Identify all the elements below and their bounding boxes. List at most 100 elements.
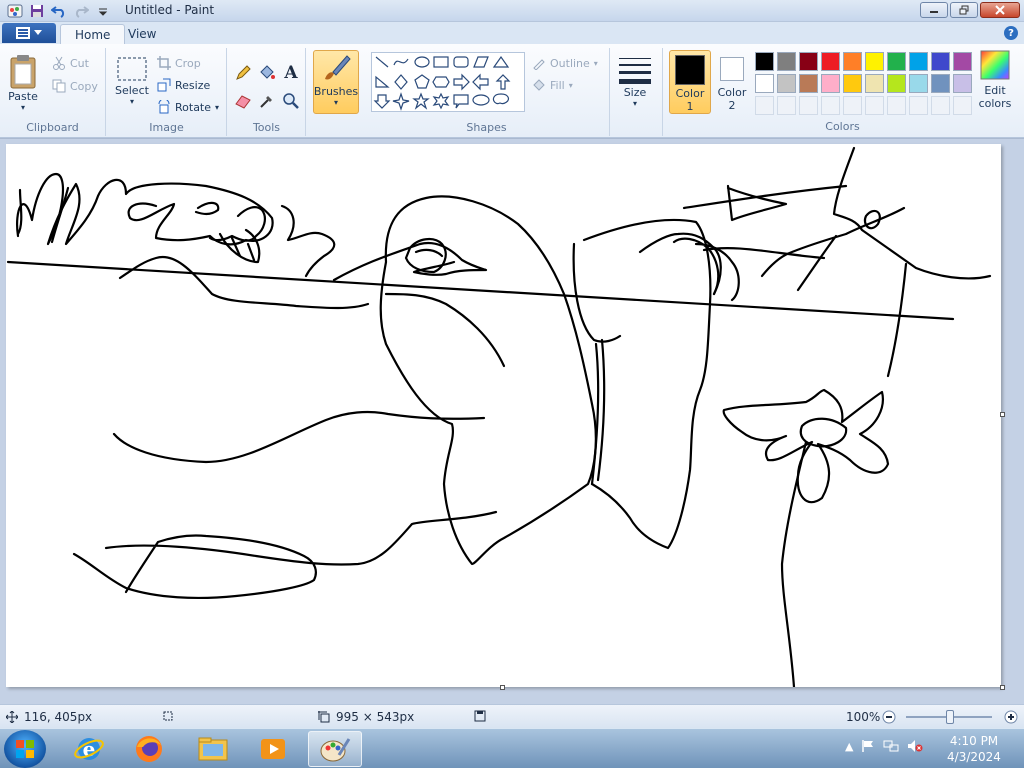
palette-swatch-empty[interactable] — [755, 96, 774, 115]
text-tool-icon[interactable]: A — [280, 62, 302, 84]
palette-swatch-empty[interactable] — [843, 96, 862, 115]
eraser-icon[interactable] — [232, 90, 254, 112]
size-button[interactable]: Size ▾ — [618, 54, 652, 108]
palette-swatch[interactable] — [953, 52, 972, 71]
color2-number: 2 — [728, 99, 736, 112]
crop-label: Crop — [175, 56, 201, 70]
crop-button[interactable]: Crop — [157, 56, 201, 70]
stroke-center-inner — [384, 292, 506, 368]
action-center-flag-icon[interactable] — [861, 739, 875, 753]
pencil-icon[interactable] — [232, 62, 254, 84]
show-hidden-icons[interactable]: ▲ — [845, 740, 853, 753]
palette-swatch[interactable] — [821, 52, 840, 71]
palette-swatch[interactable] — [843, 52, 862, 71]
edit-colors-button[interactable]: Edit colors — [976, 50, 1014, 110]
network-icon[interactable] — [883, 739, 899, 753]
color-picker-icon[interactable] — [256, 90, 278, 112]
stroke-creature-jaw — [218, 228, 261, 264]
color2-button[interactable]: Color 2 — [715, 50, 749, 114]
palette-swatch[interactable] — [931, 74, 950, 93]
palette-swatch[interactable] — [755, 52, 774, 71]
canvas-size: 995 × 543px — [318, 710, 414, 724]
brushes-button[interactable]: Brushes ▾ — [313, 50, 359, 114]
clipboard-group-label: Clipboard — [26, 121, 79, 134]
taskbar-explorer[interactable] — [186, 731, 240, 767]
canvas-resize-handle-bottom[interactable] — [500, 685, 505, 690]
drawing-canvas[interactable] — [6, 144, 1001, 689]
palette-swatch[interactable] — [755, 74, 774, 93]
stroke-right-branch — [832, 146, 992, 280]
palette-swatch-empty[interactable] — [821, 96, 840, 115]
zoom-out-button[interactable] — [882, 710, 896, 724]
taskbar-firefox[interactable] — [122, 731, 176, 767]
fill-label: Fill — [550, 78, 565, 92]
color1-button[interactable]: Color 1 — [669, 50, 711, 114]
palette-swatch[interactable] — [777, 52, 796, 71]
restore-button[interactable] — [950, 2, 978, 18]
palette-swatch[interactable] — [887, 74, 906, 93]
resize-button[interactable]: Resize — [157, 78, 210, 92]
palette-swatch[interactable] — [777, 74, 796, 93]
palette-swatch-empty[interactable] — [865, 96, 884, 115]
redo-icon[interactable] — [72, 2, 90, 20]
canvas-resize-handle-corner[interactable] — [1000, 685, 1005, 690]
start-button[interactable] — [4, 730, 46, 768]
brushes-label: Brushes — [313, 85, 359, 98]
palette-swatch-empty[interactable] — [953, 96, 972, 115]
palette-swatch[interactable] — [821, 74, 840, 93]
brush-icon — [325, 55, 351, 80]
color1-swatch — [675, 55, 705, 85]
palette-swatch[interactable] — [865, 74, 884, 93]
customize-qat-icon[interactable] — [94, 2, 112, 20]
volume-muted-icon[interactable] — [907, 739, 923, 753]
palette-swatch[interactable] — [865, 52, 884, 71]
tab-view[interactable]: View — [114, 24, 170, 44]
fill-bucket-icon[interactable] — [256, 62, 278, 84]
taskbar-ie[interactable]: e — [62, 731, 116, 767]
palette-swatch-empty[interactable] — [931, 96, 950, 115]
select-rectangle-icon — [117, 57, 147, 81]
paint-app-icon[interactable] — [6, 2, 24, 20]
help-icon[interactable]: ? — [1004, 26, 1018, 40]
save-icon[interactable] — [28, 2, 46, 20]
palette-swatch-empty[interactable] — [777, 96, 796, 115]
taskbar-clock[interactable]: 4:10 PM 4/3/2024 — [944, 733, 1004, 765]
zoom-in-button[interactable] — [1004, 710, 1018, 724]
copy-label: Copy — [70, 79, 98, 93]
canvas-resize-handle-right[interactable] — [1000, 412, 1005, 417]
fill-button[interactable]: Fill ▾ — [532, 78, 573, 92]
canvas-size-icon — [318, 711, 330, 723]
palette-swatch[interactable] — [799, 74, 818, 93]
image-group: Select ▾ Crop Resize Rotate ▾ Image — [107, 48, 227, 136]
palette-swatch[interactable] — [953, 74, 972, 93]
taskbar-paint[interactable] — [308, 731, 362, 767]
cut-button[interactable]: Cut — [52, 56, 89, 70]
rainbow-palette-icon — [980, 50, 1010, 80]
zoom-slider-thumb[interactable] — [946, 710, 954, 724]
palette-swatch[interactable] — [843, 74, 862, 93]
stroke-bottom-left-fish — [72, 510, 498, 599]
palette-swatch[interactable] — [931, 52, 950, 71]
close-button[interactable] — [980, 2, 1020, 18]
outline-button[interactable]: Outline ▾ — [532, 56, 598, 70]
undo-icon[interactable] — [50, 2, 68, 20]
shapes-gallery[interactable] — [371, 52, 525, 112]
palette-swatch[interactable] — [909, 74, 928, 93]
copy-button[interactable]: Copy — [52, 79, 98, 93]
palette-swatch-empty[interactable] — [799, 96, 818, 115]
rotate-button[interactable]: Rotate ▾ — [157, 100, 219, 114]
palette-swatch-empty[interactable] — [887, 96, 906, 115]
paste-icon — [10, 55, 36, 89]
color2-label: Color — [717, 86, 747, 99]
paste-button[interactable]: Paste ▾ — [8, 54, 38, 112]
paint-menu-button[interactable] — [2, 23, 56, 43]
select-button[interactable]: Select ▾ — [115, 56, 149, 106]
palette-swatch-empty[interactable] — [909, 96, 928, 115]
taskbar-media-player[interactable] — [246, 731, 300, 767]
palette-swatch[interactable] — [887, 52, 906, 71]
minimize-button[interactable] — [920, 2, 948, 18]
magnifier-icon[interactable] — [280, 90, 302, 112]
palette-swatch[interactable] — [799, 52, 818, 71]
cursor-position-text: 116, 405px — [24, 710, 93, 724]
palette-swatch[interactable] — [909, 52, 928, 71]
